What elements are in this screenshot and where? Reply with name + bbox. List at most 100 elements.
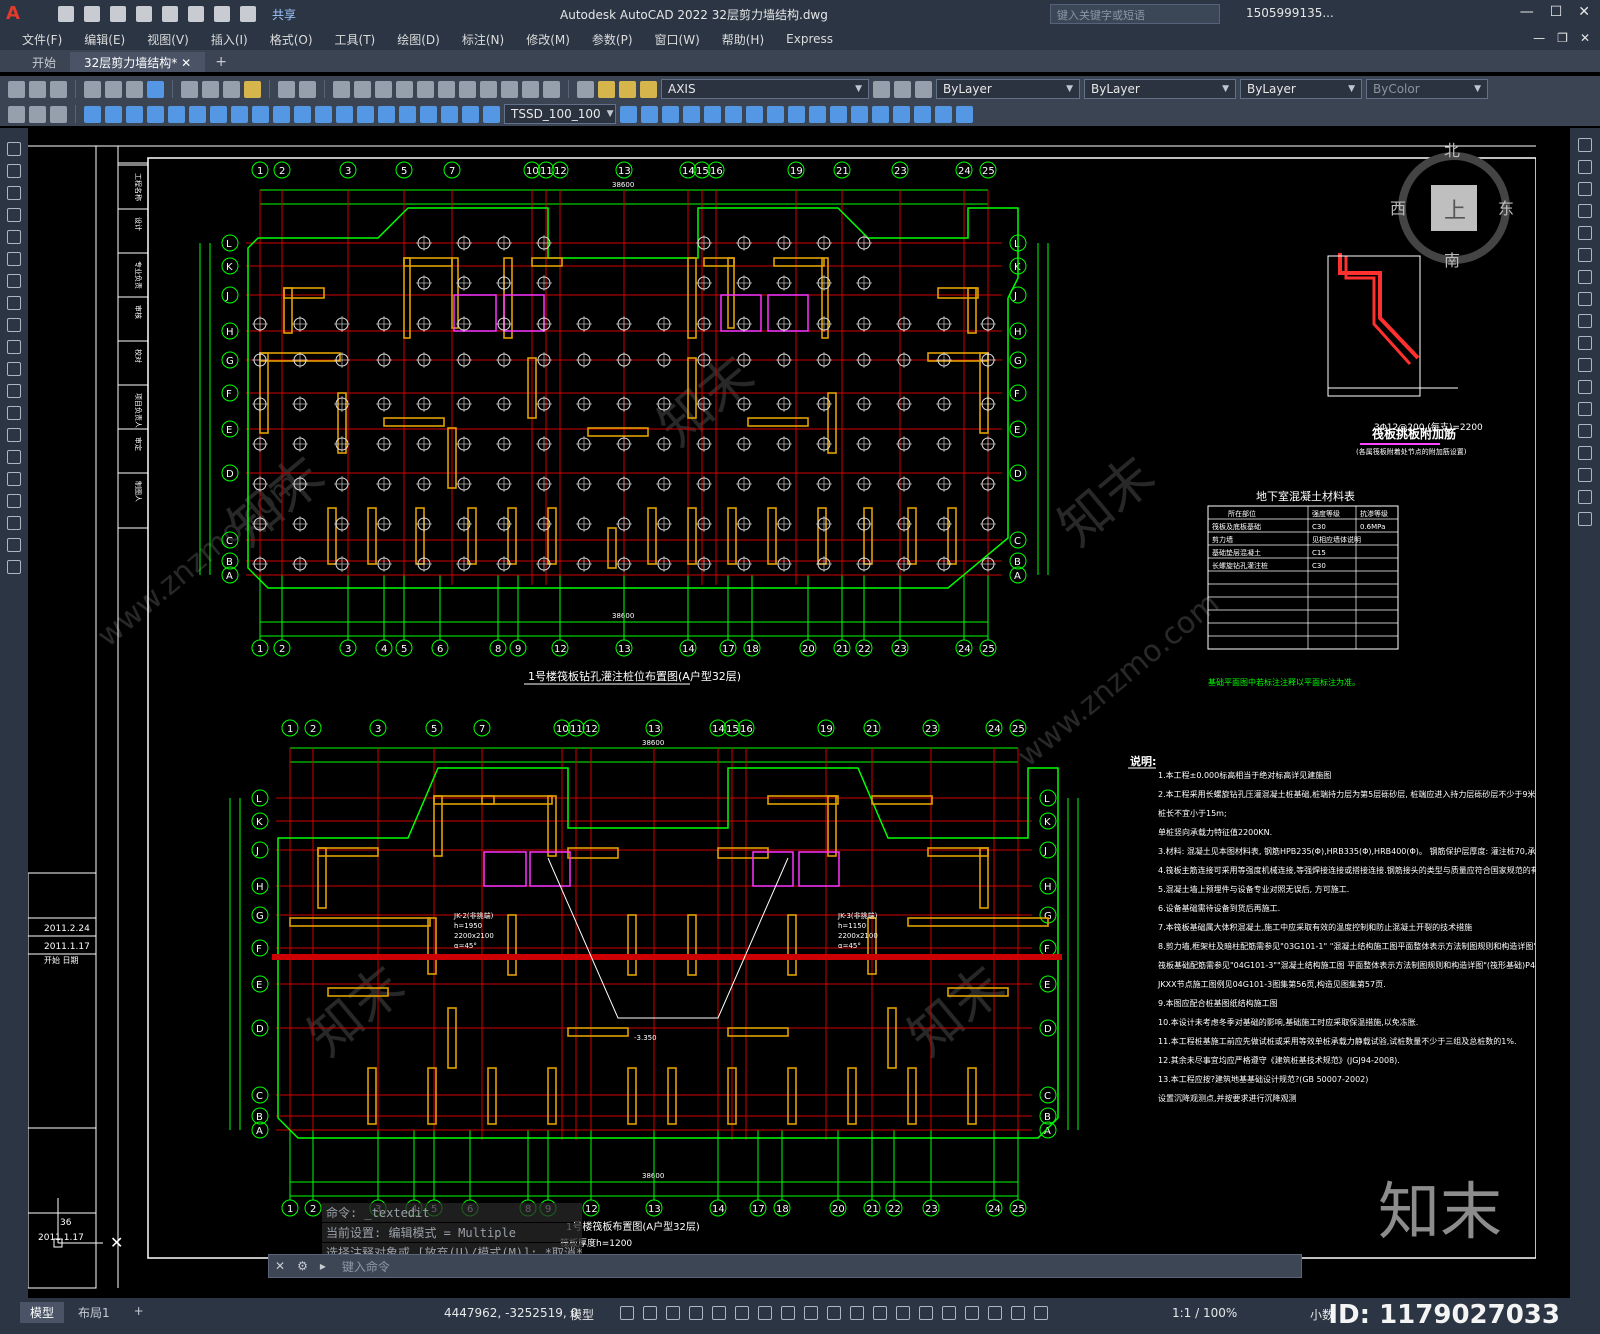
markup-icon[interactable] xyxy=(501,80,518,98)
rotate-icon[interactable] xyxy=(1578,270,1592,284)
model-space-toggle[interactable]: 模型 xyxy=(570,1306,594,1323)
open-icon[interactable] xyxy=(29,80,46,98)
menu-file[interactable]: 文件(F) xyxy=(14,31,70,48)
3d-array-icon[interactable] xyxy=(935,105,952,123)
move-icon[interactable] xyxy=(1578,248,1592,262)
publish-icon[interactable] xyxy=(126,80,143,98)
insert-block-icon[interactable] xyxy=(7,384,21,398)
copy-object-icon[interactable] xyxy=(1578,160,1592,174)
design-center-icon[interactable] xyxy=(438,80,455,98)
zoom-window-icon[interactable] xyxy=(375,80,392,98)
help-icon[interactable] xyxy=(543,80,560,98)
lineweight-icon[interactable] xyxy=(827,1306,841,1320)
block-icon[interactable] xyxy=(29,105,46,123)
layer-dropdown[interactable]: AXIS ▼ xyxy=(661,79,869,99)
dim-text-edit-icon[interactable] xyxy=(462,105,479,123)
ellipse-arc-icon[interactable] xyxy=(7,362,21,376)
menu-edit[interactable]: 编辑(E) xyxy=(76,31,133,48)
layer-state-icon[interactable] xyxy=(915,80,932,98)
arc-icon[interactable] xyxy=(7,252,21,266)
revision-cloud-icon[interactable] xyxy=(7,296,21,310)
text-style-dropdown[interactable]: TSSD_100_100 ▼ xyxy=(504,104,616,124)
spline-icon[interactable] xyxy=(7,318,21,332)
compass-north[interactable]: 北 xyxy=(1444,141,1460,160)
pan-icon[interactable] xyxy=(333,80,350,98)
drawing-canvas[interactable]: 工程名称 设计 专业负责 审核 校对 项目负责人 审定 制图人 2011.2.24 2011.… xyxy=(28,128,1536,1298)
doc-close-button[interactable]: ✕ xyxy=(1580,31,1590,45)
chamfer-icon[interactable] xyxy=(1578,446,1592,460)
3d-rotate-icon[interactable] xyxy=(872,105,889,123)
linetype-dropdown[interactable]: ByLayer ▼ xyxy=(1084,79,1236,99)
tolerance-icon[interactable] xyxy=(357,105,374,123)
3d-mirror-icon[interactable] xyxy=(914,105,931,123)
dynamic-input-icon[interactable] xyxy=(689,1306,703,1320)
infer-constraints-icon[interactable] xyxy=(666,1306,680,1320)
region-icon[interactable] xyxy=(7,494,21,508)
baseline-dim-icon[interactable] xyxy=(273,105,290,123)
annotation-scale[interactable]: 1:1 / 100% xyxy=(1172,1306,1237,1320)
selection-cycling-icon[interactable] xyxy=(873,1306,887,1320)
save-as-icon[interactable] xyxy=(136,6,152,22)
layer-previous-icon[interactable] xyxy=(894,80,911,98)
polar-icon[interactable] xyxy=(735,1306,749,1320)
dim-space-icon[interactable] xyxy=(315,105,332,123)
ellipse-icon[interactable] xyxy=(7,340,21,354)
jogged-dim-icon[interactable] xyxy=(189,105,206,123)
circle-icon[interactable] xyxy=(7,274,21,288)
interfere-icon[interactable] xyxy=(956,105,973,123)
match-properties-icon[interactable] xyxy=(244,80,261,98)
recent-commands-icon[interactable]: ▸ xyxy=(314,1259,332,1273)
layer-on-icon[interactable] xyxy=(598,80,615,98)
menu-insert[interactable]: 插入(I) xyxy=(203,31,256,48)
section-plane-icon[interactable] xyxy=(809,105,826,123)
tool-palettes-icon[interactable] xyxy=(459,80,476,98)
layer-freeze-icon[interactable] xyxy=(619,80,636,98)
union-icon[interactable] xyxy=(746,105,763,123)
tab-layout1[interactable]: 布局1 xyxy=(68,1302,120,1323)
array-icon[interactable] xyxy=(1578,226,1592,240)
search-input[interactable]: 键入关键字或短语 xyxy=(1050,4,1220,24)
add-selected-icon[interactable] xyxy=(7,560,21,574)
undo-icon[interactable] xyxy=(278,80,295,98)
autocad-logo-icon[interactable]: A xyxy=(6,3,28,25)
menu-tools[interactable]: 工具(T) xyxy=(327,31,384,48)
sheet-set-icon[interactable] xyxy=(480,80,497,98)
continue-dim-icon[interactable] xyxy=(294,105,311,123)
new-icon[interactable] xyxy=(8,80,25,98)
user-account[interactable]: 1505999135... xyxy=(1246,6,1334,20)
properties-icon[interactable] xyxy=(417,80,434,98)
snap-icon[interactable] xyxy=(643,1306,657,1320)
save-icon[interactable] xyxy=(50,80,67,98)
gradient-icon[interactable] xyxy=(7,472,21,486)
3d-align-icon[interactable] xyxy=(893,105,910,123)
preview-icon[interactable] xyxy=(105,80,122,98)
auto-scale-icon[interactable] xyxy=(1011,1306,1025,1320)
compass-east[interactable]: 东 xyxy=(1498,199,1514,218)
menu-dimension[interactable]: 标注(N) xyxy=(454,31,512,48)
stretch-icon[interactable] xyxy=(1578,314,1592,328)
color-dropdown[interactable]: ByLayer ▼ xyxy=(936,79,1080,99)
annotation-scale-icon[interactable] xyxy=(1034,1306,1048,1320)
close-icon[interactable]: ✕ xyxy=(181,56,191,70)
arc-length-icon[interactable] xyxy=(126,105,143,123)
make-current-icon[interactable] xyxy=(873,80,890,98)
command-line[interactable]: ✕ ⚙ ▸ 键入命令 xyxy=(268,1254,1302,1278)
erase-icon[interactable] xyxy=(1578,138,1592,152)
solid-box-icon[interactable] xyxy=(662,105,679,123)
mtext-icon[interactable] xyxy=(7,538,21,552)
extrude-icon[interactable] xyxy=(704,105,721,123)
hatch-icon[interactable] xyxy=(8,105,25,123)
break-point-icon[interactable] xyxy=(1578,380,1592,394)
tab-drawing[interactable]: 32层剪力墙结构* ✕ xyxy=(70,52,206,72)
diameter-dim-icon[interactable] xyxy=(210,105,227,123)
ortho-icon[interactable] xyxy=(712,1306,726,1320)
open-file-icon[interactable] xyxy=(84,6,100,22)
dim-update-icon[interactable] xyxy=(483,105,500,123)
radius-dim-icon[interactable] xyxy=(168,105,185,123)
share-button[interactable]: 共享 xyxy=(272,6,296,23)
quick-dim-icon[interactable] xyxy=(252,105,269,123)
copy-icon[interactable] xyxy=(202,80,219,98)
dim-style-icon[interactable] xyxy=(620,105,637,123)
tab-start[interactable]: 开始 xyxy=(18,52,70,72)
selection-filter-icon[interactable] xyxy=(942,1306,956,1320)
